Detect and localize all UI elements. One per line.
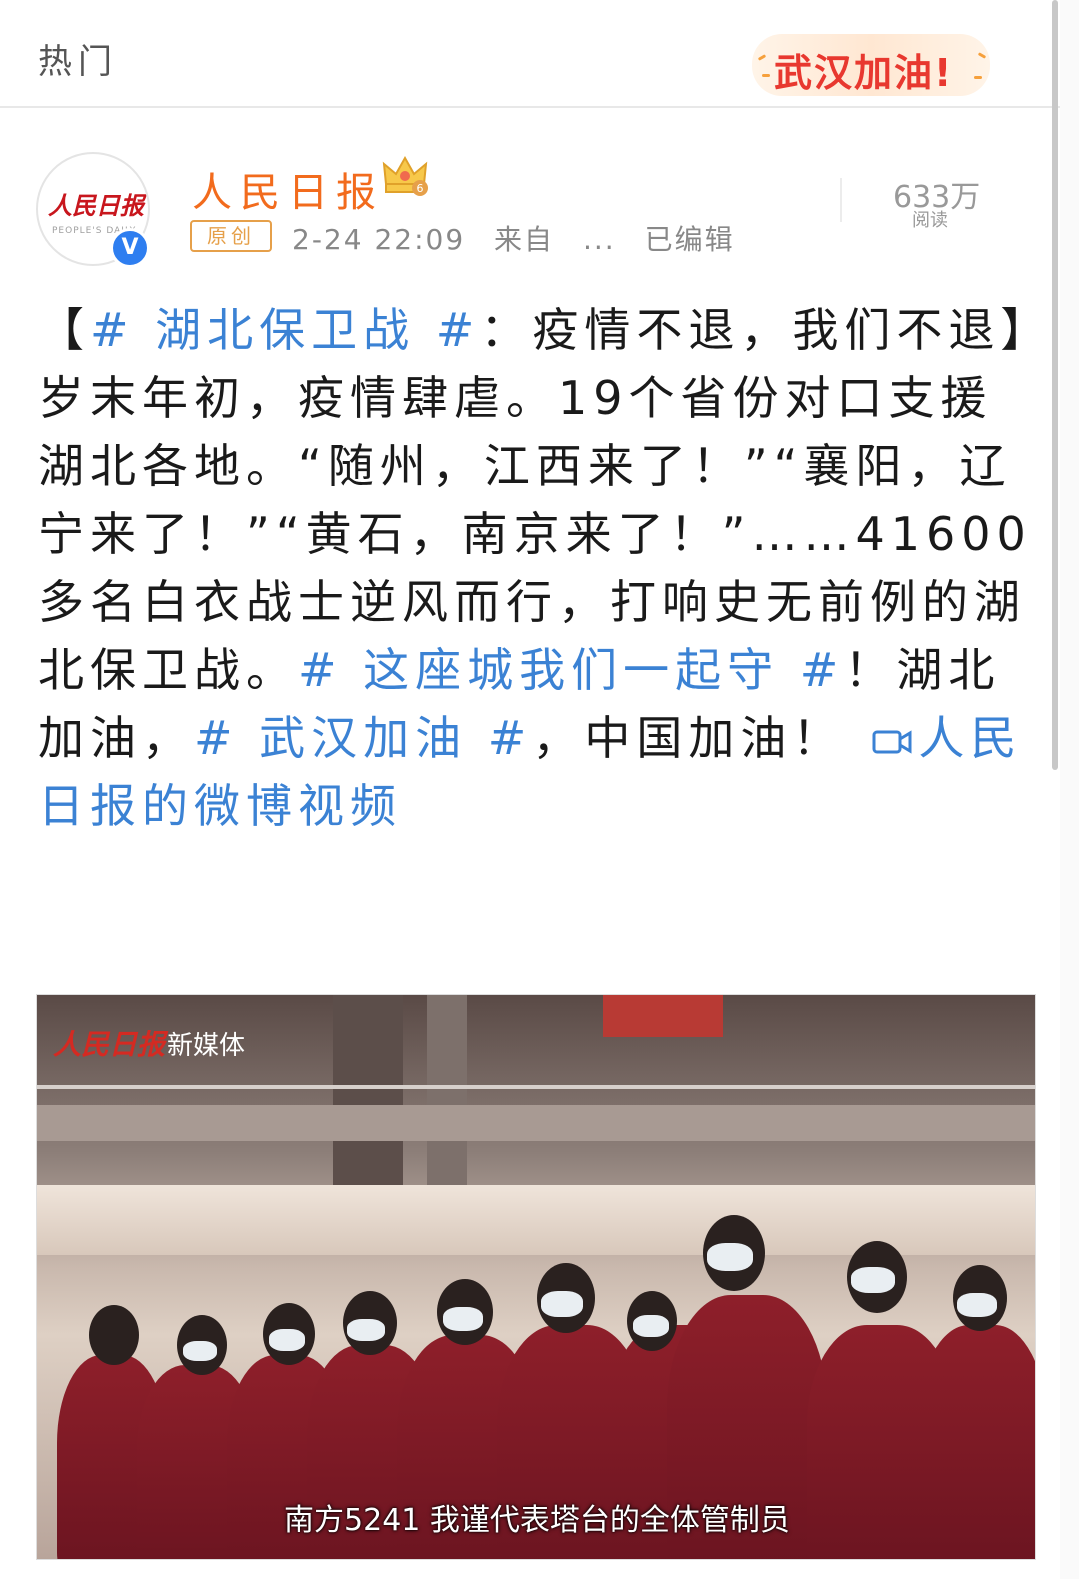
spark-icon <box>762 74 770 77</box>
video-camera-icon <box>872 730 912 754</box>
scene-rail <box>37 1085 1035 1089</box>
topic-tag-hubei[interactable]: # 湖北保卫战 # <box>90 303 480 357</box>
face-mask <box>851 1267 895 1293</box>
verified-icon: V <box>110 228 150 268</box>
face-mask <box>443 1307 483 1331</box>
scene-pillar <box>427 995 467 1195</box>
open-bracket: 【 <box>38 303 90 357</box>
scrollbar-track[interactable] <box>1060 0 1079 1579</box>
scene-pillar <box>333 995 403 1195</box>
post-body: 【# 湖北保卫战 #：疫情不退，我们不退】岁末年初，疫情肆虐。19个省份对口支援… <box>38 296 1038 840</box>
crown-icon: 6 <box>382 155 428 196</box>
post-time: 2-24 22:09 <box>292 223 466 256</box>
wuhan-jiayou-banner[interactable]: 武汉加油! <box>752 26 990 104</box>
post-text-part: ，中国加油！ <box>532 711 845 765</box>
topic-tag-wuhan[interactable]: # 武汉加油 # <box>194 711 532 765</box>
face-mask <box>269 1329 305 1351</box>
topic-tag-city[interactable]: # 这座城我们一起守 # <box>298 643 844 697</box>
scrollbar-thumb[interactable] <box>1052 0 1058 770</box>
face-mask <box>707 1243 753 1271</box>
banner-text: 武汉加油! <box>774 51 954 95</box>
video-player[interactable]: 人民日报 新媒体 南方5241 我谨代表塔台的全体管制员 <box>36 994 1036 1560</box>
edited-label[interactable]: 已编辑 <box>645 223 735 256</box>
scene-banner <box>603 995 723 1037</box>
source-value[interactable]: ... <box>583 223 616 256</box>
face-mask <box>633 1315 669 1337</box>
face-mask <box>957 1293 997 1317</box>
author-name[interactable]: 人民日报 <box>192 160 384 218</box>
face-mask <box>183 1341 217 1361</box>
top-bar: 热门 武汉加油! <box>0 0 1060 108</box>
spark-icon <box>974 76 982 79</box>
page-title: 热门 <box>38 42 118 82</box>
face-mask <box>541 1291 583 1317</box>
post-meta: 2-24 22:09 来自 ... 已编辑 <box>292 218 753 258</box>
video-subtitle: 南方5241 我谨代表塔台的全体管制员 <box>284 1503 790 1538</box>
video-logo: 人民日报 <box>53 1028 166 1061</box>
divider <box>840 178 842 222</box>
read-label: 阅读 <box>912 210 948 231</box>
post-text-part: ：疫情不退，我们不退】岁末年初，疫情肆虐。19个省份对口支援湖北各地。“随州，江… <box>38 303 1032 697</box>
video-logo-sub: 新媒体 <box>167 1031 246 1061</box>
source-label: 来自 <box>494 223 555 256</box>
avatar-logo: 人民日报 <box>48 191 144 220</box>
original-badge: 原创 <box>190 220 272 252</box>
svg-text:6: 6 <box>417 182 424 195</box>
person-head <box>89 1305 139 1365</box>
face-mask <box>347 1319 385 1341</box>
scene-balcony <box>37 1105 1035 1141</box>
